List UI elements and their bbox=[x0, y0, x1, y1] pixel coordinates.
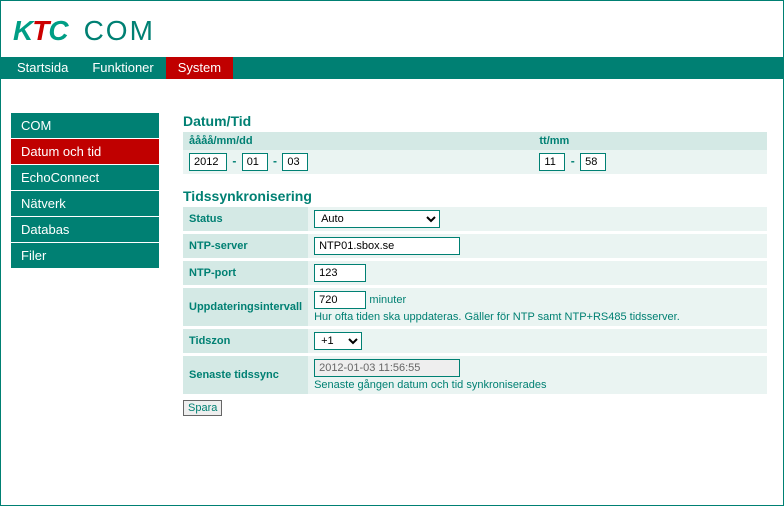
logo-ktc: KTC bbox=[13, 15, 68, 47]
col-date: åååå/mm/dd bbox=[183, 132, 533, 150]
lastsync-display bbox=[314, 359, 460, 377]
label-ntp-server: NTP-server bbox=[183, 233, 308, 260]
table-sync: Status Auto NTP-server NTP-port bbox=[183, 207, 767, 394]
content: Datum/Tid åååå/mm/dd tt/mm - - bbox=[183, 113, 767, 430]
hour-input[interactable] bbox=[539, 153, 565, 171]
label-lastsync: Senaste tidssync bbox=[183, 355, 308, 395]
sidebar-item-databas[interactable]: Databas bbox=[11, 217, 159, 243]
minute-input[interactable] bbox=[580, 153, 606, 171]
top-nav: Startsida Funktioner System bbox=[1, 57, 783, 79]
col-time: tt/mm bbox=[533, 132, 767, 150]
timezone-select[interactable]: +1 bbox=[314, 332, 362, 350]
topnav-system[interactable]: System bbox=[166, 57, 233, 79]
status-select[interactable]: Auto bbox=[314, 210, 440, 228]
heading-sync: Tidssynkronisering bbox=[183, 188, 767, 204]
interval-help: Hur ofta tiden ska uppdateras. Gäller fö… bbox=[314, 311, 680, 323]
separator: - bbox=[569, 154, 577, 168]
header-logo: KTC COM bbox=[1, 1, 783, 57]
month-input[interactable] bbox=[242, 153, 268, 171]
sidebar-item-com[interactable]: COM bbox=[11, 113, 159, 139]
heading-datetime: Datum/Tid bbox=[183, 113, 767, 129]
ntp-server-input[interactable] bbox=[314, 237, 460, 255]
sidebar: COM Datum och tid EchoConnect Nätverk Da… bbox=[11, 113, 159, 430]
sidebar-item-filer[interactable]: Filer bbox=[11, 243, 159, 269]
label-status: Status bbox=[183, 207, 308, 233]
sidebar-item-datum-och-tid[interactable]: Datum och tid bbox=[11, 139, 159, 165]
logo-product: COM bbox=[84, 15, 155, 47]
separator: - bbox=[271, 154, 279, 168]
label-ntp-port: NTP-port bbox=[183, 260, 308, 287]
day-input[interactable] bbox=[282, 153, 308, 171]
sidebar-item-natverk[interactable]: Nätverk bbox=[11, 191, 159, 217]
save-button[interactable]: Spara bbox=[183, 400, 222, 416]
table-datetime: åååå/mm/dd tt/mm - - bbox=[183, 132, 767, 174]
sidebar-item-echoconnect[interactable]: EchoConnect bbox=[11, 165, 159, 191]
ntp-port-input[interactable] bbox=[314, 264, 366, 282]
label-timezone: Tidszon bbox=[183, 328, 308, 355]
separator: - bbox=[230, 154, 238, 168]
label-interval: Uppdateringsintervall bbox=[183, 287, 308, 328]
interval-unit: minuter bbox=[369, 294, 406, 306]
topnav-startsida[interactable]: Startsida bbox=[5, 57, 80, 79]
lastsync-help: Senaste gången datum och tid synkroniser… bbox=[314, 379, 546, 391]
interval-input[interactable] bbox=[314, 291, 366, 309]
year-input[interactable] bbox=[189, 153, 227, 171]
topnav-funktioner[interactable]: Funktioner bbox=[80, 57, 165, 79]
